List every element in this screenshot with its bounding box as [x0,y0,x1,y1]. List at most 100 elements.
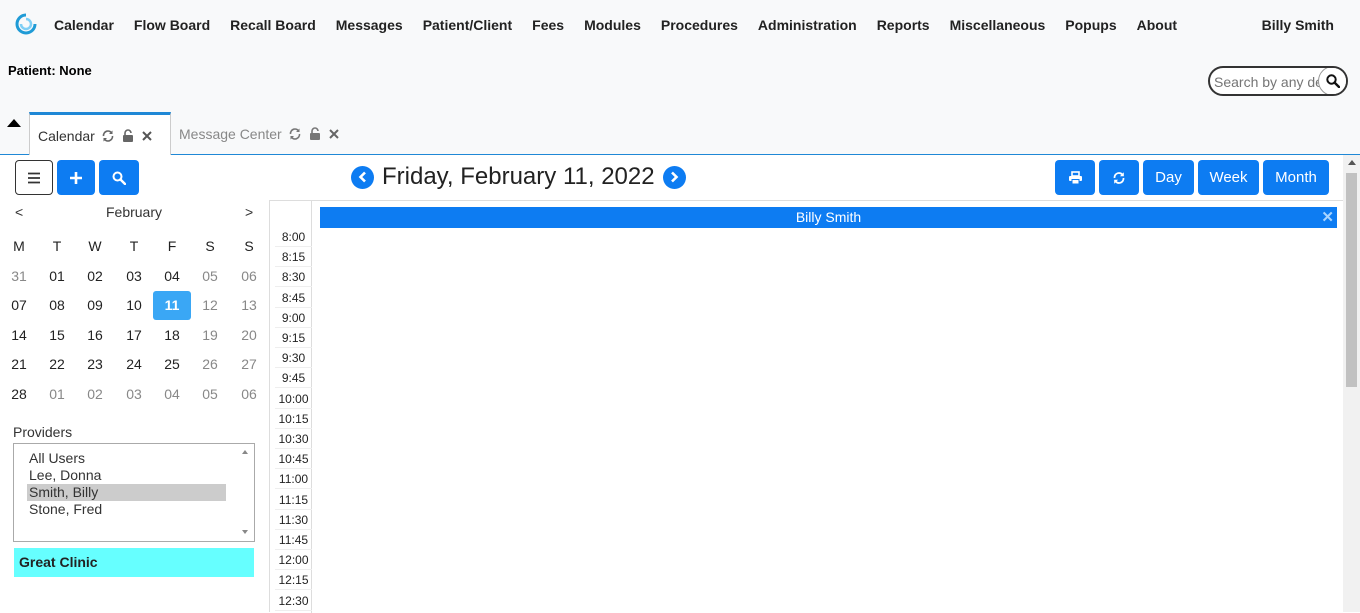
calendar-day[interactable]: 18 [153,321,191,350]
refresh-button[interactable] [1099,160,1139,195]
calendar-day[interactable]: 10 [115,291,153,320]
calendar-day[interactable]: 31 [0,262,38,291]
calendar-day[interactable]: 02 [76,262,114,291]
calendar-day[interactable]: 12 [191,291,229,320]
nav-item-administration[interactable]: Administration [748,16,867,34]
time-slot-label: 9:15 [275,328,312,348]
calendar-day[interactable]: 16 [76,321,114,350]
day-view-button[interactable]: Day [1143,160,1194,195]
calendar-day[interactable]: 17 [115,321,153,350]
prev-day-button[interactable] [351,165,374,189]
calendar-day[interactable]: 05 [191,262,229,291]
calendar-day[interactable]: 20 [230,321,268,350]
calendar-day[interactable]: 21 [0,350,38,379]
app-logo-icon[interactable] [15,13,37,35]
calendar-day[interactable]: 28 [0,380,38,409]
weekday-label: T [52,238,62,254]
provider-option[interactable]: Smith, Billy [27,484,226,501]
calendar-day[interactable]: 02 [76,380,114,409]
find-appointment-button[interactable] [99,160,139,195]
calendar-day[interactable]: 04 [153,380,191,409]
nav-item-reports[interactable]: Reports [867,16,940,34]
scroll-up-icon[interactable] [242,450,248,454]
close-icon[interactable]: ✕ [1321,207,1334,228]
tab-message-center[interactable]: Message Center [171,112,348,155]
tab-calendar[interactable]: Calendar [29,112,171,156]
providers-select[interactable]: All Users Lee, Donna Smith, Billy Stone, Fr… [13,443,255,542]
week-view-button[interactable]: Week [1198,160,1259,195]
calendar-day[interactable]: 14 [0,321,38,350]
time-slot-label: 11:45 [275,530,312,550]
calendar-day[interactable]: 09 [76,291,114,320]
unlock-icon[interactable] [308,126,322,141]
calendar-day[interactable]: 26 [191,350,229,379]
refresh-icon[interactable] [288,127,302,141]
nav-item-fees[interactable]: Fees [522,16,574,34]
nav-item-popups[interactable]: Popups [1055,16,1126,34]
close-icon[interactable] [328,128,340,140]
calendar-day[interactable]: 27 [230,350,268,379]
calendar-day[interactable]: 03 [115,262,153,291]
provider-option[interactable]: Stone, Fred [27,501,226,518]
weekday-label: T [129,238,139,254]
time-slot-label: 10:45 [275,449,312,470]
close-icon[interactable] [141,130,153,142]
calendar-day[interactable]: 24 [115,350,153,379]
scroll-up-icon[interactable] [1348,160,1356,165]
search-input[interactable] [1214,72,1322,92]
menu-button[interactable] [15,160,53,195]
nav-item-flow-board[interactable]: Flow Board [124,16,220,34]
nav-item-about[interactable]: About [1127,16,1187,34]
provider-option[interactable]: All Users [27,450,226,467]
plus-icon [70,171,82,184]
nav-item-miscellaneous[interactable]: Miscellaneous [940,16,1056,34]
nav-item-calendar[interactable]: Calendar [44,16,124,34]
calendar-day[interactable]: 08 [38,291,76,320]
search-button[interactable] [1318,68,1346,94]
nav-item-procedures[interactable]: Procedures [651,16,748,34]
calendar-day[interactable]: 06 [230,262,268,291]
calendar-day[interactable]: 05 [191,380,229,409]
next-day-button[interactable] [662,165,686,189]
calendar-day[interactable]: 11 [153,291,191,320]
tab-bar: Calendar Message Center [0,112,1360,156]
time-slot-label: 9:45 [275,368,312,389]
calendar-day[interactable]: 04 [153,262,191,291]
unlock-icon[interactable] [121,128,135,143]
refresh-icon[interactable] [101,129,115,143]
provider-option[interactable]: Lee, Donna [27,467,226,484]
page-scrollbar[interactable] [1343,155,1360,612]
prev-month-button[interactable]: < [15,204,23,220]
day-schedule: 8:00 8:15 8:30 8:45 9:00 9:15 9:30 9:45 10:00 10:… [269,200,1343,613]
time-slot-label: 9:30 [275,348,312,369]
nav-item-messages[interactable]: Messages [326,16,413,34]
calendar-day[interactable]: 19 [191,321,229,350]
nav-item-patient-client[interactable]: Patient/Client [413,16,522,34]
calendar-day[interactable]: 25 [153,350,191,379]
calendar-day[interactable]: 22 [38,350,76,379]
mini-calendar-month: February [105,204,163,220]
calendar-day[interactable]: 13 [230,291,268,320]
add-appointment-button[interactable] [57,160,95,195]
next-month-button[interactable]: > [245,204,253,220]
user-menu[interactable]: Billy Smith [1262,16,1334,34]
month-view-button[interactable]: Month [1263,160,1329,195]
calendar-day[interactable]: 01 [38,380,76,409]
calendar-day[interactable]: 23 [76,350,114,379]
calendar-day[interactable]: 06 [230,380,268,409]
scrollbar-thumb[interactable] [1346,173,1357,387]
calendar-day[interactable]: 01 [38,262,76,291]
nav-item-recall-board[interactable]: Recall Board [220,16,326,34]
calendar-day[interactable]: 03 [115,380,153,409]
facility-label[interactable]: Great Clinic [14,548,254,577]
calendar-day[interactable]: 07 [0,291,38,320]
top-bar: Calendar Flow Board Recall Board Messages Pa… [0,0,1360,156]
time-slot-label: 12:30 [275,591,312,611]
time-slot-label: 9:00 [275,308,312,328]
calendar-day[interactable]: 15 [38,321,76,350]
print-button[interactable] [1055,160,1095,195]
nav-item-modules[interactable]: Modules [574,16,651,34]
providers-label: Providers [13,424,73,440]
scroll-down-icon[interactable] [242,530,248,534]
time-column: 8:00 8:15 8:30 8:45 9:00 9:15 9:30 9:45 10:00 10:… [270,201,312,613]
